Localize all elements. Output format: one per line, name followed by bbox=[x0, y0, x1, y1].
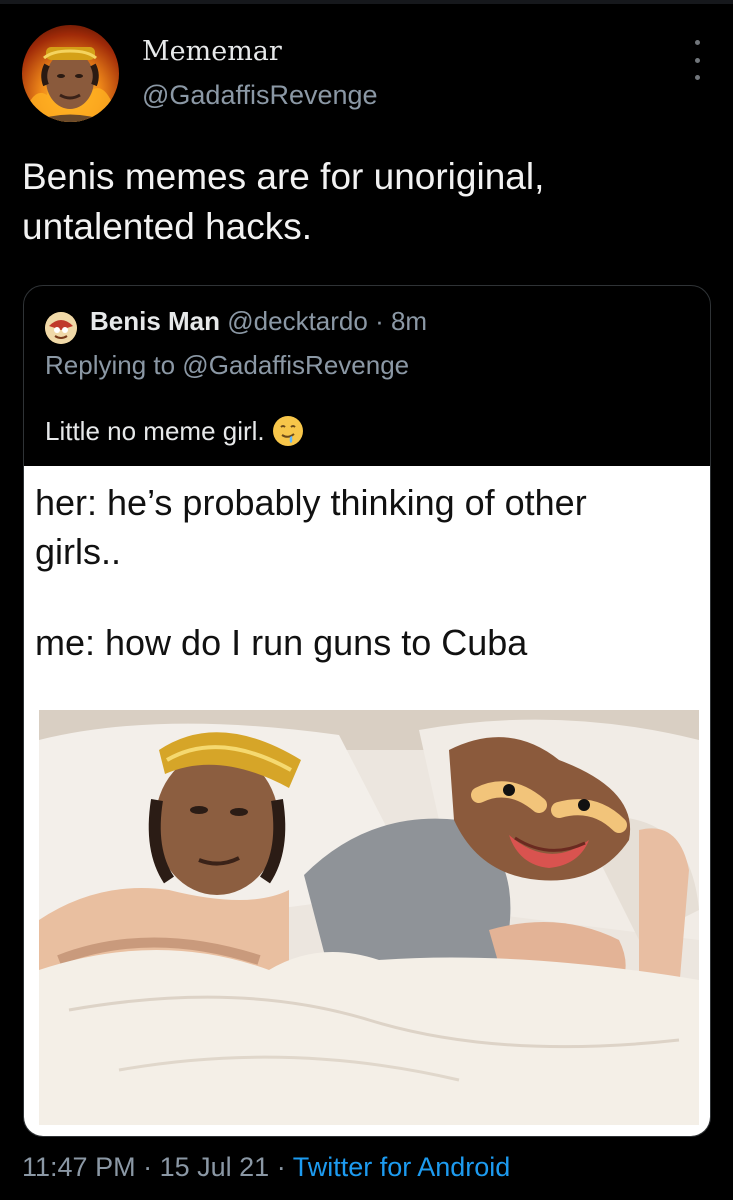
footer-sep: · bbox=[276, 1152, 293, 1182]
quoted-text: Little no meme girl. bbox=[45, 416, 303, 447]
quoted-header: Benis Man @decktardo · 8m bbox=[90, 306, 427, 337]
drooling-emoji-icon bbox=[272, 416, 303, 446]
quoted-author-avatar[interactable] bbox=[45, 312, 77, 344]
quoted-author-meta[interactable]: @decktardo · 8m bbox=[227, 306, 427, 336]
author-display-name[interactable]: Mememar bbox=[142, 36, 282, 67]
more-vertical-icon[interactable] bbox=[690, 40, 704, 80]
more-dot bbox=[694, 75, 700, 80]
footer-sep: · bbox=[143, 1152, 160, 1182]
meme-caption-her: her: he’s probably thinking of other gir… bbox=[35, 482, 587, 572]
tweet-footer: 11:47 PM · 15 Jul 21 · Twitter for Andro… bbox=[22, 1152, 510, 1183]
meme-caption-me: me: how do I run guns to Cuba bbox=[35, 622, 528, 663]
meme-photo bbox=[39, 710, 699, 1125]
author-avatar[interactable] bbox=[22, 25, 119, 122]
tweet-date[interactable]: 15 Jul 21 bbox=[160, 1152, 270, 1182]
top-divider bbox=[0, 0, 733, 4]
replying-to[interactable]: Replying to @GadaffisRevenge bbox=[45, 350, 409, 381]
more-dot bbox=[694, 57, 700, 63]
quoted-author-name[interactable]: Benis Man bbox=[90, 306, 220, 336]
meme-image[interactable]: her: he’s probably thinking of other gir… bbox=[24, 466, 710, 1136]
quoted-tweet[interactable]: Benis Man @decktardo · 8m Replying to @G… bbox=[23, 285, 711, 1137]
tweet-source-link[interactable]: Twitter for Android bbox=[293, 1152, 511, 1182]
tweet-time[interactable]: 11:47 PM bbox=[22, 1152, 136, 1182]
author-handle[interactable]: @GadaffisRevenge bbox=[142, 80, 378, 111]
more-dot bbox=[694, 40, 700, 45]
tweet-text: Benis memes are for unoriginal, untalent… bbox=[22, 156, 545, 247]
quoted-text-body: Little no meme girl. bbox=[45, 416, 265, 446]
